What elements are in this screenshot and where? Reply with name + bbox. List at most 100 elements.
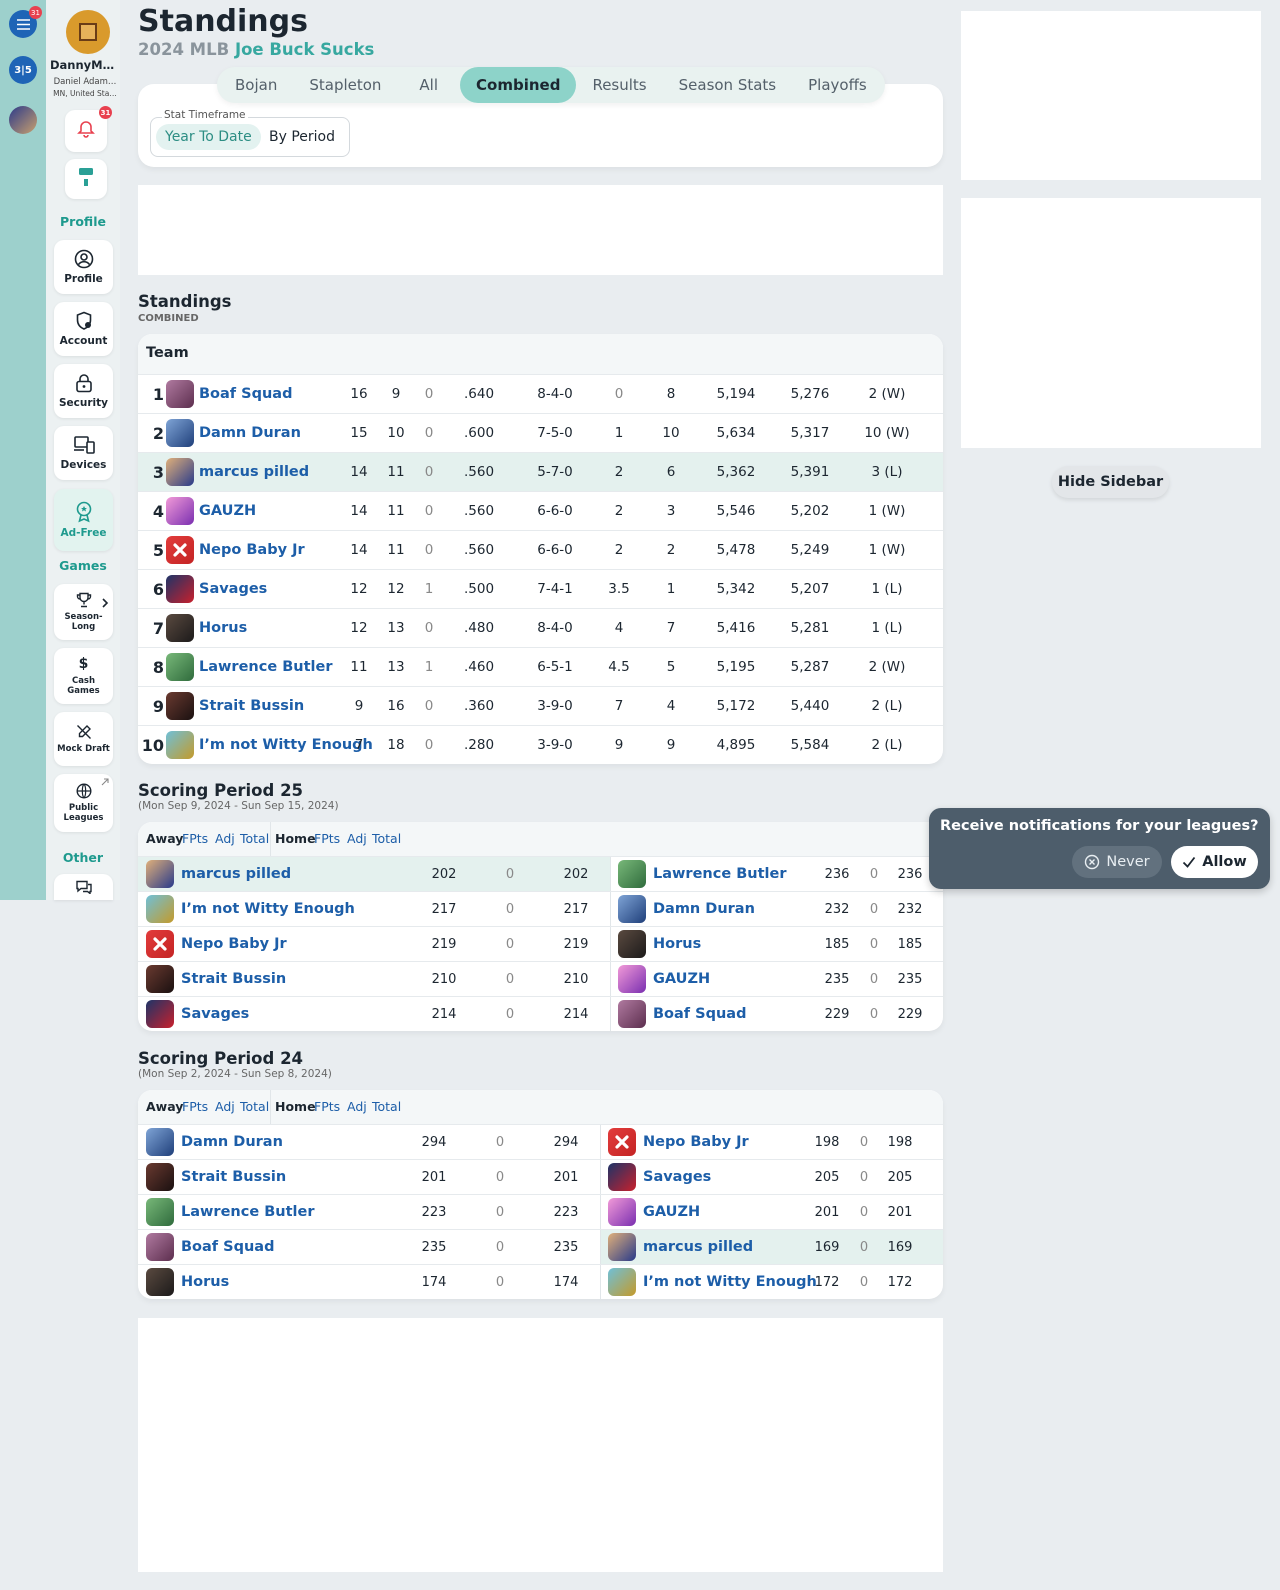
- team-name-link[interactable]: Horus: [199, 609, 247, 648]
- away-team-cell[interactable]: Horus 174 0 174: [138, 1265, 600, 1299]
- nav-public-leagues[interactable]: Public Leagues: [54, 774, 113, 832]
- period-24-table: Away FPts Adj Total Home FPts Adj Total Damn Dur…: [138, 1090, 943, 1299]
- tab-bojan[interactable]: Bojan: [219, 67, 293, 103]
- user-logo[interactable]: [66, 10, 110, 54]
- home-team-cell[interactable]: Boaf Squad 229 0 229: [610, 997, 943, 1031]
- team-name-link[interactable]: GAUZH: [199, 492, 256, 531]
- matchup-divider: [610, 857, 611, 891]
- away-team-cell[interactable]: Nepo Baby Jr 219 0 219: [138, 927, 610, 962]
- away-team-cell[interactable]: Boaf Squad 235 0 235: [138, 1230, 600, 1265]
- nav-forum[interactable]: [54, 874, 113, 900]
- home-team-cell[interactable]: I’m not Witty Enough 172 0 172: [600, 1265, 943, 1299]
- standings-pf: 5,546: [716, 503, 756, 519]
- home-team-name[interactable]: Savages: [643, 1160, 711, 1195]
- nav-cash-games[interactable]: $ Cash Games: [54, 648, 113, 704]
- nav-security[interactable]: Security: [54, 364, 113, 418]
- standings-pf: 5,172: [716, 698, 756, 714]
- timeframe-by-period[interactable]: By Period: [260, 124, 344, 150]
- home-team-name[interactable]: Boaf Squad: [653, 997, 746, 1031]
- standings-record: 6-6-0: [537, 503, 573, 519]
- standings-row[interactable]: 3 marcus pilled 14 11 0.560 5-7-0 2 6 5,362 5,391…: [138, 452, 943, 491]
- standings-row[interactable]: 8 Lawrence Butler 11 13 1.460 6-5-1 4.5 5 5,195 5…: [138, 647, 943, 686]
- standings-row[interactable]: 4 GAUZH 14 11 0.560 6-6-0 2 3 5,546 5,202 1 (W): [138, 491, 943, 530]
- home-team-name[interactable]: Lawrence Butler: [653, 857, 786, 892]
- away-team-name[interactable]: Nepo Baby Jr: [181, 927, 287, 962]
- standings-row[interactable]: 6 Savages 12 12 1.500 7-4-1 3.5 1 5,342 5,207 1 (L…: [138, 569, 943, 608]
- standings-row[interactable]: 10 I’m not Witty Enough 7 18 0.280 3-9-0 9 9 4,8…: [138, 725, 943, 764]
- timeframe-year-to-date[interactable]: Year To Date: [156, 124, 261, 150]
- home-team-cell[interactable]: Lawrence Butler 236 0 236: [610, 857, 943, 892]
- home-team-name[interactable]: Nepo Baby Jr: [643, 1125, 749, 1160]
- away-team-cell[interactable]: Damn Duran 294 0 294: [138, 1125, 600, 1160]
- standings-row[interactable]: 1 Boaf Squad 16 9 0.640 8-4-0 0 8 5,194 5,276 2 (W…: [138, 374, 943, 413]
- sidebar-ad-bottom: [961, 198, 1261, 448]
- away-team-cell[interactable]: Lawrence Butler 223 0 223: [138, 1195, 600, 1230]
- nav-mock-draft[interactable]: Mock Draft: [54, 712, 113, 766]
- tab-season-stats[interactable]: Season Stats: [663, 67, 793, 103]
- away-team-name[interactable]: Damn Duran: [181, 1125, 283, 1160]
- tab-stapleton[interactable]: Stapleton: [293, 67, 397, 103]
- team-name-link[interactable]: Damn Duran: [199, 414, 301, 453]
- away-team-name[interactable]: I’m not Witty Enough: [181, 892, 355, 927]
- never-button[interactable]: Never: [1072, 846, 1162, 878]
- home-team-name[interactable]: GAUZH: [653, 962, 710, 997]
- theme-button[interactable]: [65, 159, 107, 199]
- home-team-cell[interactable]: GAUZH 235 0 235: [610, 962, 943, 997]
- home-team-name[interactable]: GAUZH: [643, 1195, 700, 1230]
- nav-ad-free[interactable]: Ad-Free: [54, 489, 113, 551]
- team-name-link[interactable]: Lawrence Butler: [199, 648, 332, 687]
- home-team-cell[interactable]: Damn Duran 232 0 232: [610, 892, 943, 927]
- away-team-cell[interactable]: Savages 214 0 214: [138, 997, 610, 1031]
- team-name-link[interactable]: Nepo Baby Jr: [199, 531, 305, 570]
- away-team-name[interactable]: Strait Bussin: [181, 962, 286, 997]
- nav-season-long[interactable]: Season-Long: [54, 584, 113, 640]
- avatar-savages: [146, 1000, 174, 1028]
- away-team-name[interactable]: Boaf Squad: [181, 1230, 274, 1265]
- tab-results[interactable]: Results: [576, 67, 662, 103]
- home-team-cell[interactable]: Horus 185 0 185: [610, 927, 943, 962]
- team-name-link[interactable]: Savages: [199, 570, 267, 609]
- menu-button[interactable]: 31: [9, 6, 42, 38]
- away-team-cell[interactable]: marcus pilled 202 0 202: [138, 857, 610, 892]
- devices-icon: [73, 436, 95, 454]
- away-team-name[interactable]: marcus pilled: [181, 857, 291, 892]
- away-team-name[interactable]: Lawrence Butler: [181, 1195, 314, 1230]
- notifications-button[interactable]: 31: [65, 106, 112, 152]
- standings-pct: .600: [463, 425, 495, 441]
- tab-playoffs[interactable]: Playoffs: [792, 67, 883, 103]
- home-team-cell[interactable]: Savages 205 0 205: [600, 1160, 943, 1195]
- home-team-cell[interactable]: GAUZH 201 0 201: [600, 1195, 943, 1230]
- away-team-cell[interactable]: Strait Bussin 201 0 201: [138, 1160, 600, 1195]
- total-header-away: Total: [240, 1099, 270, 1114]
- allow-button[interactable]: Allow: [1171, 846, 1258, 878]
- home-team-name[interactable]: marcus pilled: [643, 1230, 753, 1265]
- user-avatar[interactable]: [9, 106, 37, 134]
- home-team-name[interactable]: Damn Duran: [653, 892, 755, 927]
- away-team-name[interactable]: Savages: [181, 997, 249, 1031]
- tab-combined[interactable]: Combined: [460, 67, 577, 103]
- away-team-cell[interactable]: Strait Bussin 210 0 210: [138, 962, 610, 997]
- hide-sidebar-button[interactable]: Hide Sidebar: [1052, 466, 1169, 498]
- nav-devices[interactable]: Devices: [54, 426, 113, 480]
- standings-row[interactable]: 5 Nepo Baby Jr 14 11 0.560 6-6-0 2 2 5,478 5,249 1…: [138, 530, 943, 569]
- home-total: 229: [897, 1007, 923, 1022]
- standings-row[interactable]: 7 Horus 12 13 0.480 8-4-0 4 7 5,416 5,281 1 (L): [138, 608, 943, 647]
- home-team-name[interactable]: Horus: [653, 927, 701, 962]
- away-team-cell[interactable]: I’m not Witty Enough 217 0 217: [138, 892, 610, 927]
- away-team-name[interactable]: Strait Bussin: [181, 1160, 286, 1195]
- home-team-cell[interactable]: marcus pilled 169 0 169: [600, 1230, 943, 1265]
- standings-row[interactable]: 9 Strait Bussin 9 16 0.360 3-9-0 7 4 5,172 5,440 2…: [138, 686, 943, 725]
- home-team-name[interactable]: I’m not Witty Enough: [643, 1265, 817, 1299]
- home-team-cell[interactable]: Nepo Baby Jr 198 0 198: [600, 1125, 943, 1160]
- nav-profile[interactable]: Profile: [54, 240, 113, 294]
- nav-account[interactable]: Account: [54, 302, 113, 356]
- tab-all[interactable]: All: [397, 67, 460, 103]
- team-name-link[interactable]: marcus pilled: [199, 453, 309, 492]
- league-name-link[interactable]: Joe Buck Sucks: [235, 40, 374, 59]
- away-team-name[interactable]: Horus: [181, 1265, 229, 1299]
- team-name-link[interactable]: Boaf Squad: [199, 375, 292, 414]
- avatar-savages: [166, 575, 194, 603]
- app-switch-button[interactable]: 3|5: [9, 56, 37, 84]
- team-name-link[interactable]: Strait Bussin: [199, 687, 304, 726]
- standings-row[interactable]: 2 Damn Duran 15 10 0.600 7-5-0 1 10 5,634 5,317 10…: [138, 413, 943, 452]
